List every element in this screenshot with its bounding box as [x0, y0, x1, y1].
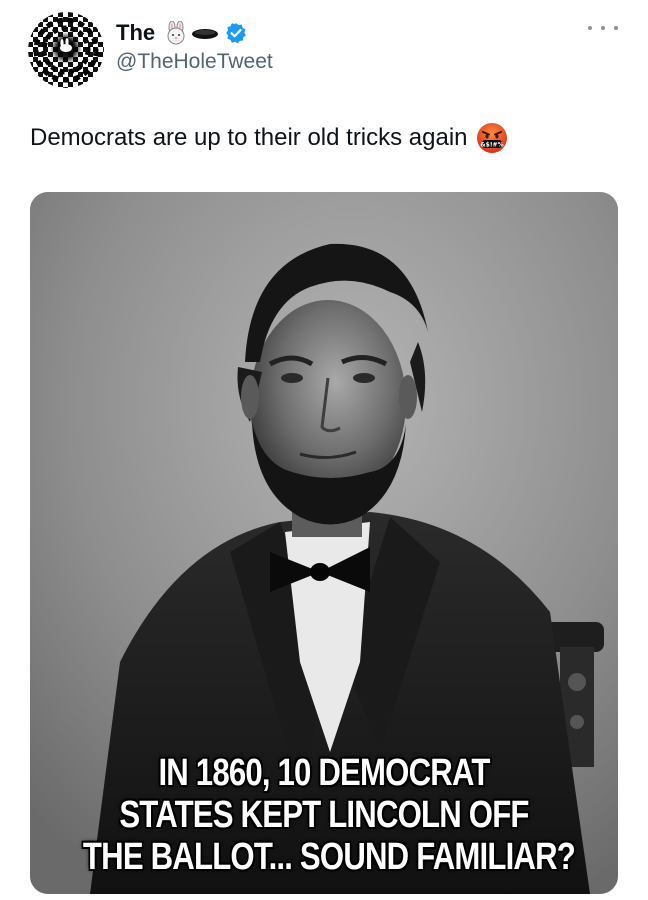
tweet-image[interactable]: IN 1860, 10 DEMOCRAT STATES KEPT LINCOLN… — [30, 192, 618, 894]
face-with-symbols-on-mouth-icon: &$!#% — [476, 122, 508, 154]
avatar[interactable] — [28, 12, 104, 88]
caption-line-1: IN 1860, 10 DEMOCRAT — [158, 752, 490, 794]
spiral-hole-avatar-icon — [28, 12, 104, 88]
tweet-card: The @TheHoleTweet Democrats are up to th… — [0, 0, 648, 900]
hole-icon — [191, 27, 219, 39]
display-name[interactable]: The — [116, 20, 155, 46]
tweet-text: Democrats are up to their old tricks aga… — [30, 124, 468, 151]
rabbit-face-icon — [165, 20, 187, 45]
tweet-header: The @TheHoleTweet — [116, 18, 273, 74]
svg-text:&$!#%: &$!#% — [480, 141, 503, 148]
ellipsis-icon[interactable] — [588, 20, 618, 36]
name-row: The — [116, 18, 273, 48]
user-handle[interactable]: @TheHoleTweet — [116, 50, 273, 74]
caption-line-2: STATES KEPT LINCOLN OFF — [119, 794, 529, 836]
meme-caption: IN 1860, 10 DEMOCRAT STATES KEPT LINCOLN… — [82, 752, 576, 878]
verified-badge-icon — [225, 22, 247, 44]
tweet-body: Democrats are up to their old tricks aga… — [30, 122, 508, 154]
caption-line-3: THE BALLOT... SOUND FAMILIAR? — [82, 836, 576, 878]
